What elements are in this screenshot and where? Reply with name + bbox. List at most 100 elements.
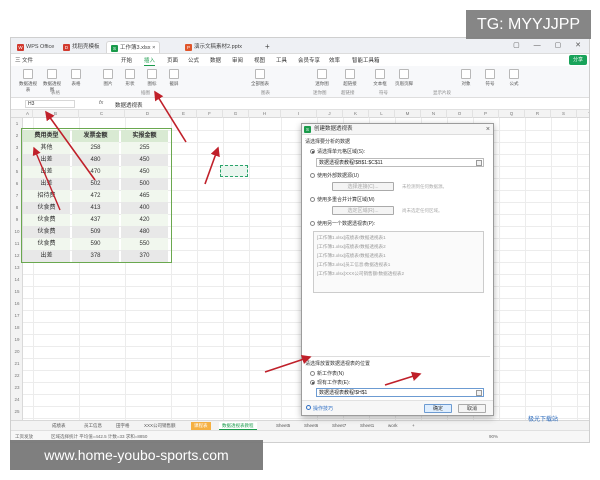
ok-button[interactable]: 确定 — [424, 404, 452, 413]
share-button[interactable]: 分享 — [568, 55, 587, 65]
table-header-cell[interactable]: 发票金额 — [72, 130, 119, 142]
row-header-16[interactable]: 16 — [11, 301, 23, 306]
column-header-K[interactable]: K — [343, 110, 369, 118]
row-header-17[interactable]: 17 — [11, 313, 23, 318]
table-cell[interactable]: 413 — [72, 202, 119, 214]
column-header-C[interactable]: C — [79, 110, 125, 118]
column-header-A[interactable]: A — [23, 110, 33, 118]
range-input[interactable]: 数据透视表教程!$B$1:$C$11 — [316, 158, 484, 167]
pivot-list-item[interactable]: [工作簿1.xlsx]成绩表!数据透视表1 — [317, 235, 386, 241]
table-cell[interactable]: 370 — [121, 250, 168, 262]
formula-input[interactable]: 数据透视表 — [115, 101, 143, 109]
table-button[interactable]: 表格 — [67, 69, 85, 87]
radio-external-source[interactable]: 使用外部数据源(U) — [310, 172, 359, 179]
table-cell[interactable]: 出差 — [23, 250, 70, 262]
tab-workbook3[interactable]: S 工作簿3.xlsx × — [106, 41, 161, 53]
column-header-E[interactable]: E — [171, 110, 197, 118]
sheet-tab[interactable]: Sheet7 — [329, 422, 349, 430]
name-box[interactable]: H3 — [25, 100, 75, 108]
column-header-H[interactable]: H — [249, 110, 281, 118]
menu-efficiency[interactable]: 效率 — [329, 56, 340, 64]
all-charts-button[interactable]: 全部图表 — [251, 69, 269, 87]
row-header-22[interactable]: 22 — [11, 373, 23, 378]
row-header-13[interactable]: 13 — [11, 265, 23, 270]
table-cell[interactable]: 502 — [72, 178, 119, 190]
fx-icon[interactable]: fx — [99, 100, 103, 106]
cancel-button[interactable]: 取消 — [458, 404, 486, 413]
table-cell[interactable]: 480 — [72, 154, 119, 166]
sheet-tab[interactable]: XXX公司销售额 — [141, 422, 179, 430]
table-cell[interactable]: 伙食费 — [23, 238, 70, 250]
sheet-tab[interactable]: 田字格 — [113, 422, 133, 430]
column-header-O[interactable]: O — [447, 110, 473, 118]
row-header-24[interactable]: 24 — [11, 397, 23, 402]
column-header-S[interactable]: S — [551, 110, 577, 118]
column-header-N[interactable]: N — [421, 110, 447, 118]
table-cell[interactable]: 258 — [72, 142, 119, 154]
range-picker-icon[interactable] — [476, 160, 482, 166]
radio-new-sheet[interactable]: 新工作表(N) — [310, 370, 344, 377]
column-header-T[interactable]: T — [577, 110, 589, 118]
row-header-14[interactable]: 14 — [11, 277, 23, 282]
window-controls[interactable]: ▢ — ▢ ✕ — [513, 41, 587, 49]
radio-select-range[interactable]: 请选择单元格区域(S): — [310, 148, 365, 155]
table-cell[interactable]: 出差 — [23, 178, 70, 190]
pivot-list-item[interactable]: [工作簿1.xlsx]成绩表!数据透视表2 — [317, 244, 386, 250]
column-header-L[interactable]: L — [369, 110, 395, 118]
column-header-Q[interactable]: Q — [499, 110, 525, 118]
column-header-D[interactable]: D — [125, 110, 171, 118]
menu-review[interactable]: 审阅 — [232, 56, 243, 64]
shape-button[interactable]: 形状 — [121, 69, 139, 87]
table-cell[interactable]: 378 — [72, 250, 119, 262]
column-header-B[interactable]: B — [33, 110, 79, 118]
table-cell[interactable]: 509 — [72, 226, 119, 238]
choose-region-button[interactable]: 选定区域(R)... — [332, 206, 394, 215]
table-cell[interactable]: 500 — [121, 178, 168, 190]
table-cell[interactable]: 255 — [121, 142, 168, 154]
choose-connection-button[interactable]: 选择连接(C)... — [332, 182, 394, 191]
table-cell[interactable]: 470 — [72, 166, 119, 178]
table-cell[interactable]: 420 — [121, 214, 168, 226]
column-header-M[interactable]: M — [395, 110, 421, 118]
new-tab-button[interactable]: + — [261, 41, 274, 53]
screenshot-button[interactable]: 截屏 — [165, 69, 183, 87]
radio-multi-range[interactable]: 使用多重合并计算区域(M) — [310, 196, 375, 203]
location-picker-icon[interactable] — [476, 390, 482, 396]
sheet-tab[interactable]: Sheet1 — [357, 422, 377, 430]
sheet-tab[interactable]: 数据透视表教程 — [219, 422, 257, 430]
icon-button[interactable]: 图标 — [143, 69, 161, 87]
hyperlink-button[interactable]: 超链接 — [341, 69, 359, 87]
menu-view[interactable]: 视图 — [254, 56, 265, 64]
row-header-18[interactable]: 18 — [11, 325, 23, 330]
sheet-tab[interactable]: + — [409, 422, 418, 430]
sheet-tab[interactable]: Sheet6 — [301, 422, 321, 430]
sheet-tab[interactable]: Sheet5 — [273, 422, 293, 430]
expense-table[interactable]: 费用类型 发票金额 实报金额 其他 258 255 出差 480 450 出差 470 450 出差 50… — [21, 128, 172, 263]
pivot-list-item[interactable]: [工作簿3.xlsx]员工信息!数据透视表1 — [317, 262, 390, 268]
column-header-I[interactable]: I — [281, 110, 317, 118]
table-cell[interactable]: 450 — [121, 166, 168, 178]
table-cell[interactable]: 其他 — [23, 142, 70, 154]
column-header-J[interactable]: J — [317, 110, 343, 118]
help-link[interactable]: 操作技巧 — [306, 405, 333, 412]
column-header-R[interactable]: R — [525, 110, 551, 118]
textbox-button[interactable]: 文本框 — [371, 69, 389, 87]
menu-home[interactable]: 开始 — [121, 56, 132, 64]
table-cell[interactable]: 伙食费 — [23, 214, 70, 226]
picture-button[interactable]: 图片 — [99, 69, 117, 87]
header-footer-button[interactable]: 页眉页脚 — [395, 69, 413, 87]
tab-template[interactable]: D 找稻壳模板 — [59, 41, 104, 53]
table-cell[interactable]: 590 — [72, 238, 119, 250]
menu-tools[interactable]: 工具 — [276, 56, 287, 64]
sheet-tab[interactable]: 员工信息 — [81, 422, 105, 430]
sheet-tab[interactable]: 课程表 — [191, 422, 211, 430]
menu-insert[interactable]: 插入 — [144, 56, 156, 66]
sheet-tab[interactable]: work — [385, 422, 401, 430]
table-cell[interactable]: 出差 — [23, 154, 70, 166]
symbol-button[interactable]: 符号 — [481, 69, 499, 87]
menu-data[interactable]: 数据 — [210, 56, 221, 64]
row-header-25[interactable]: 25 — [11, 409, 23, 414]
table-cell[interactable]: 400 — [121, 202, 168, 214]
other-pivot-list[interactable]: [工作簿1.xlsx]成绩表!数据透视表1 [工作簿1.xlsx]成绩表!数据透视… — [313, 231, 484, 293]
sparkline-button[interactable]: 迷你图 — [313, 69, 331, 87]
